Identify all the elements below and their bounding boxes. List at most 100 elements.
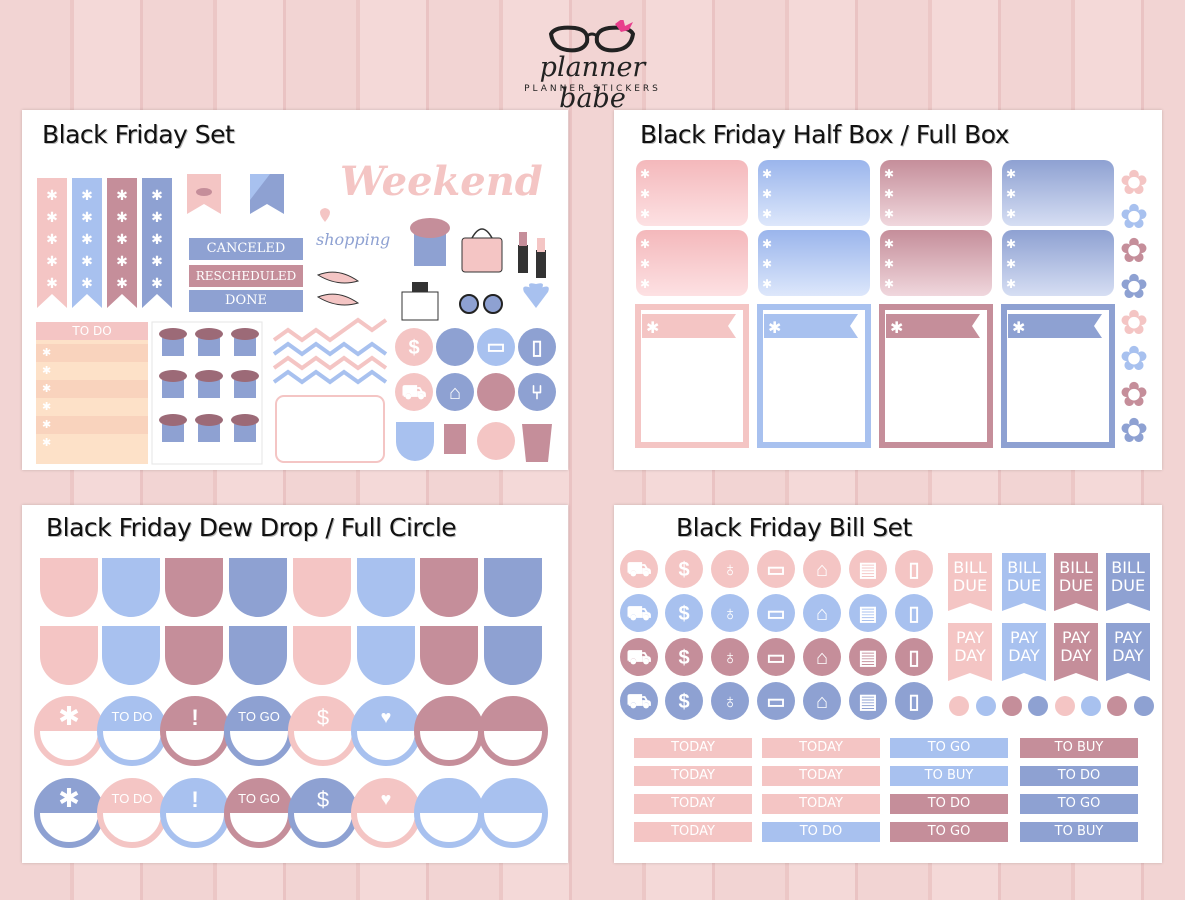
label-rescheduled: RESCHEDULED <box>195 269 297 283</box>
svg-text:TO GO: TO GO <box>238 791 280 806</box>
bill-label: TO BUY <box>924 768 974 783</box>
svg-text:✱: ✱ <box>116 187 128 203</box>
svg-text:♁: ♁ <box>723 647 738 669</box>
svg-text:✱: ✱ <box>1012 320 1025 337</box>
bill-label: TODAY <box>671 824 715 839</box>
svg-text:✱: ✱ <box>1006 277 1016 291</box>
svg-text:✱: ✱ <box>762 207 772 221</box>
svg-text:♥: ♥ <box>381 789 392 809</box>
svg-text:✱: ✱ <box>1006 237 1016 251</box>
svg-text:✱: ✱ <box>81 253 93 269</box>
bill-label: TODAY <box>671 796 715 811</box>
svg-text:✱: ✱ <box>46 253 58 269</box>
bill-label: TO BUY <box>1054 824 1104 839</box>
flower-grid <box>159 328 259 442</box>
bill-label: TO DO <box>799 824 843 839</box>
svg-text:▯: ▯ <box>908 559 919 581</box>
label-done: DONE <box>225 293 267 308</box>
svg-text:✱: ✱ <box>640 207 650 221</box>
svg-text:✱: ✱ <box>151 231 163 247</box>
svg-text:✱: ✱ <box>46 187 58 203</box>
label-canceled: CANCELED <box>206 241 286 256</box>
svg-text:▤: ▤ <box>859 647 878 669</box>
svg-text:✱: ✱ <box>1006 257 1016 271</box>
svg-text:TO DO: TO DO <box>112 709 153 724</box>
svg-text:✱: ✱ <box>42 383 51 395</box>
svg-text:✱: ✱ <box>46 275 58 291</box>
svg-text:♁: ♁ <box>723 691 738 713</box>
bill-label: TO BUY <box>1054 740 1104 755</box>
svg-text:✱: ✱ <box>1006 207 1016 221</box>
svg-text:✱: ✱ <box>890 320 903 337</box>
glasses-icon <box>548 20 636 53</box>
svg-text:✱: ✱ <box>151 275 163 291</box>
svg-text:⛟: ⛟ <box>626 647 651 669</box>
svg-text:✿: ✿ <box>1120 164 1149 202</box>
floral-box <box>275 395 385 463</box>
flag-strips: ✱ ✱ ✱ ✱ ✱ ✱ ✱ ✱ ✱ ✱ ✱ ✱ ✱ ✱ ✱ ✱ ✱ ✱ ✱ ✱ <box>37 178 172 308</box>
bill-label: TO GO <box>927 740 971 755</box>
box-stickers-art: ✱✱✱ ✱✱✱ ✱✱✱ ✱✱✱ ✱✱✱ ✱✱✱ ✱✱✱ ✱✱✱ ✱ ✱ ✱ ✱ ✿✿ <box>635 160 1149 450</box>
bill-due-flag-1: BILL DUE <box>952 558 988 595</box>
svg-text:✱: ✱ <box>42 401 51 413</box>
svg-text:!: ! <box>191 705 198 730</box>
bill-due-flag-4: BILL DUE <box>1110 558 1146 595</box>
dew-drops <box>40 558 542 685</box>
svg-text:▭: ▭ <box>487 336 506 358</box>
full-circles: ✱ TO DO! TO GO $ ♥ ✱ TO DO! TO GO $ ♥ <box>34 696 548 848</box>
svg-text:✱: ✱ <box>42 347 51 359</box>
svg-text:✱: ✱ <box>116 231 128 247</box>
logo-name: planner babe <box>539 52 646 114</box>
svg-text:!: ! <box>191 787 198 812</box>
svg-text:✱: ✱ <box>151 253 163 269</box>
svg-text:✱: ✱ <box>116 275 128 291</box>
svg-text:▭: ▭ <box>767 647 786 669</box>
svg-text:✱: ✱ <box>884 207 894 221</box>
svg-text:⌂: ⌂ <box>816 603 828 625</box>
flower-sidebar: ✿✿ ✿✿ ✿✿ ✿✿ <box>1120 164 1149 450</box>
svg-text:✱: ✱ <box>1006 167 1016 181</box>
svg-text:✱: ✱ <box>46 209 58 225</box>
svg-text:▭: ▭ <box>767 559 786 581</box>
svg-text:✿: ✿ <box>1120 412 1149 450</box>
lips-icon <box>196 188 212 196</box>
svg-text:$: $ <box>678 691 689 713</box>
svg-text:✿: ✿ <box>1120 304 1149 342</box>
panel-black-friday-set: Black Friday Set ✱ ✱ ✱ ✱ ✱ ✱ ✱ ✱ ✱ ✱ ✱ ✱ ✱ ✱ ✱ ✱ ✱ ✱ ✱ ✱ <box>22 110 568 470</box>
shopping-icon-grid: $ ▭ ▯ ⛟ ⌂ ⑂ <box>395 328 556 462</box>
svg-text:▯: ▯ <box>908 691 919 713</box>
bill-label: TODAY <box>671 740 715 755</box>
svg-text:✱: ✱ <box>884 257 894 271</box>
svg-text:✱: ✱ <box>762 167 772 181</box>
bill-label: TODAY <box>799 740 843 755</box>
svg-text:✱: ✱ <box>762 257 772 271</box>
bill-icon-grid: ⛟ $ ♁ ▭ ⌂ ▤ ▯ ⛟ $ ♁ ▭ ⌂ ▤ ▯ ⛟ $ ♁ ▭ ⌂ ▤ ▯ ⛟ $ ♁ ▭ ⌂ ▤ ▯ <box>620 550 933 720</box>
svg-text:✱: ✱ <box>116 253 128 269</box>
svg-text:✿: ✿ <box>1120 198 1149 236</box>
svg-text:⌂: ⌂ <box>816 691 828 713</box>
panel-dew-drop-circle: Black Friday Dew Drop / Full Circle ✱ TO… <box>22 505 568 863</box>
svg-text:⛟: ⛟ <box>626 559 651 581</box>
svg-text:✱: ✱ <box>884 167 894 181</box>
svg-text:✱: ✱ <box>640 277 650 291</box>
svg-text:✱: ✱ <box>46 231 58 247</box>
svg-text:✱: ✱ <box>81 209 93 225</box>
svg-text:✱: ✱ <box>884 187 894 201</box>
chevron-pattern <box>272 317 388 388</box>
svg-text:✱: ✱ <box>116 209 128 225</box>
sunglasses-icon <box>459 294 503 314</box>
todo-header: TO DO <box>72 324 112 338</box>
svg-text:⌂: ⌂ <box>816 559 828 581</box>
bill-label: TO GO <box>927 824 971 839</box>
svg-text:✿: ✿ <box>1120 232 1149 270</box>
svg-text:✿: ✿ <box>1120 340 1149 378</box>
svg-text:✱: ✱ <box>640 257 650 271</box>
pay-day-flag-2: PAY DAY <box>1008 628 1040 665</box>
dot-row <box>949 696 1154 716</box>
svg-text:✱: ✱ <box>58 783 80 813</box>
bill-label: TODAY <box>799 768 843 783</box>
svg-text:✱: ✱ <box>884 237 894 251</box>
svg-text:✱: ✱ <box>81 187 93 203</box>
svg-text:✱: ✱ <box>768 320 781 337</box>
half-boxes: ✱ ✱ ✱ ✱ ✱ ✱ ✱ ✱ ✱ ✱ ✱ ✱ ✱ ✱ ✱ ✱ ✱ ✱ ✱ ✱ ✱ ✱ ✱ ✱ <box>636 160 1114 296</box>
